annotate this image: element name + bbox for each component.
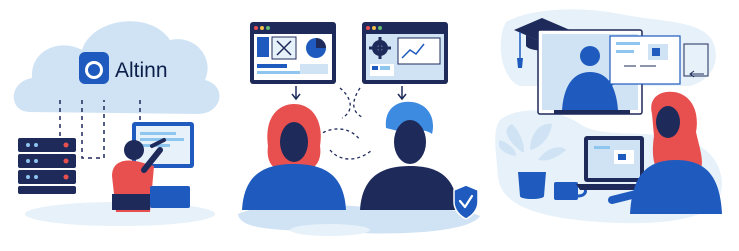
person-blue-hair-icon	[360, 101, 458, 210]
dashed-connectors	[317, 87, 373, 160]
server-rack-icon	[18, 138, 76, 194]
person-red-hair-icon	[242, 104, 346, 210]
illustration-stage: Altinn	[13, 9, 722, 236]
slide-panel-icon	[609, 35, 681, 85]
browser-window-icon	[250, 22, 336, 84]
brand-name: Altinn	[115, 59, 168, 82]
two-people-screens-scene	[238, 22, 480, 236]
online-learning-scene	[495, 9, 722, 224]
cloud-server-scene: Altinn	[13, 21, 220, 226]
browser-window-icon-right	[362, 22, 448, 84]
